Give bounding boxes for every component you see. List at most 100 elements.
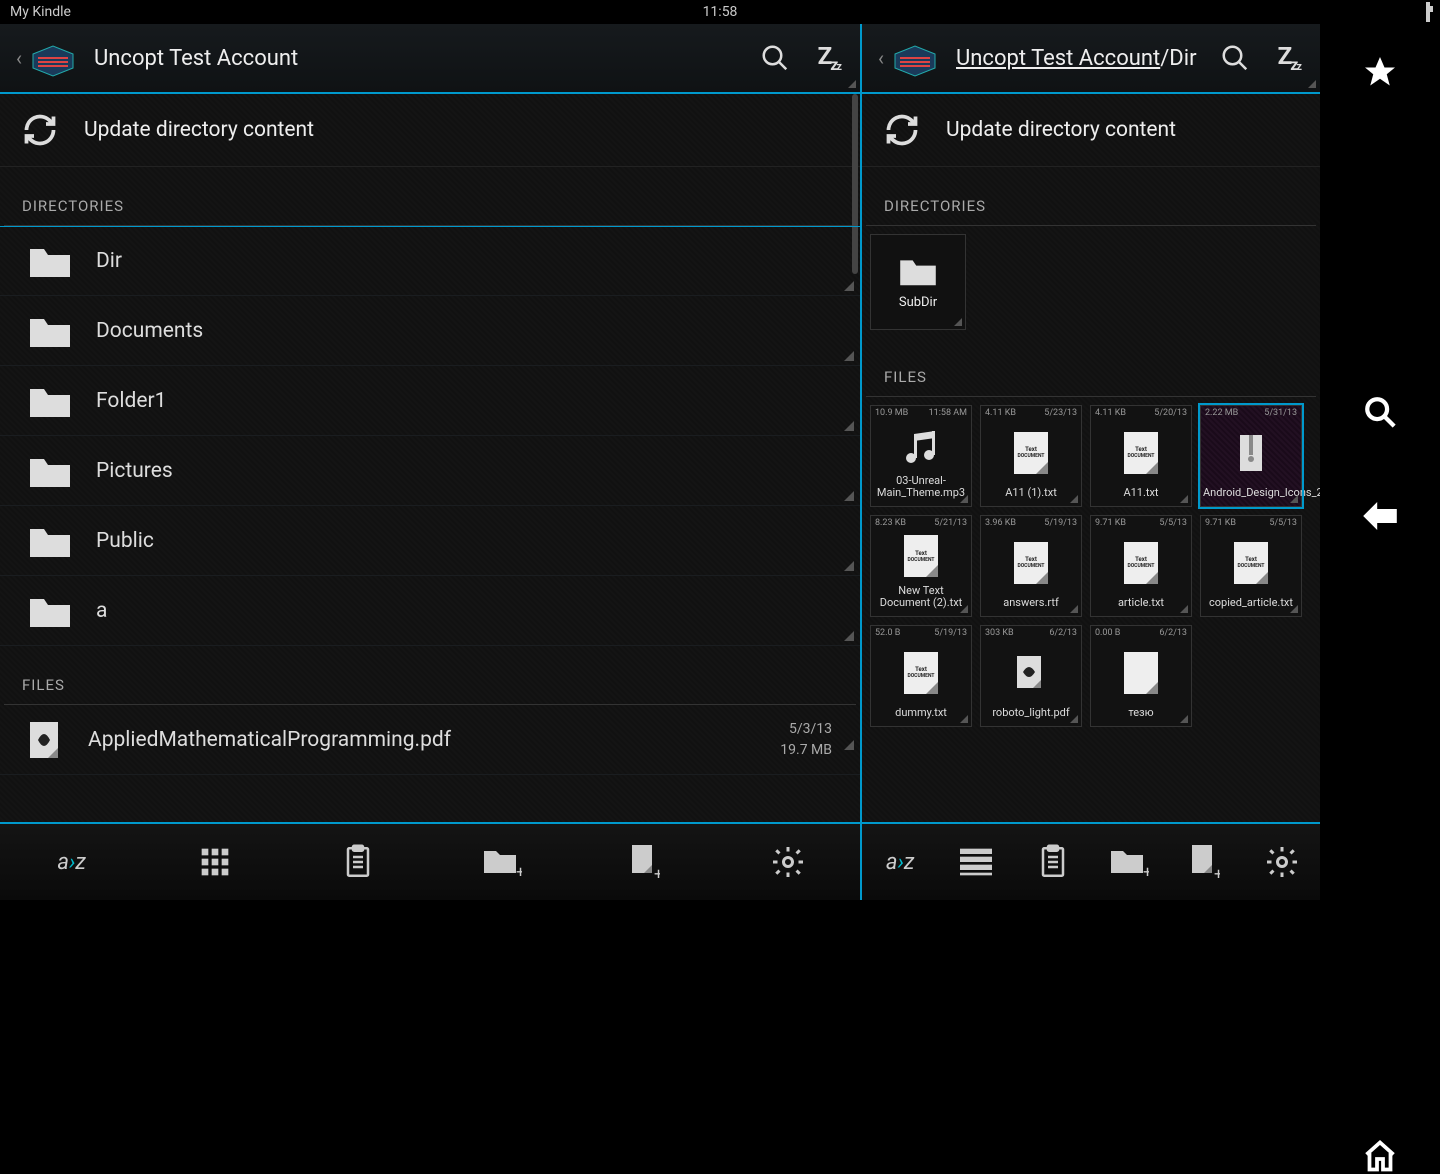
back-chevron-icon[interactable]: ‹ bbox=[872, 46, 890, 70]
section-files: FILES bbox=[4, 646, 856, 705]
search-icon[interactable] bbox=[1220, 43, 1250, 73]
file-date: 5/19/13 bbox=[934, 628, 967, 638]
dir-row[interactable]: Dir bbox=[0, 226, 860, 296]
breadcrumb[interactable]: Uncopt Test Account/Dir bbox=[956, 46, 1220, 71]
context-indicator[interactable] bbox=[1070, 715, 1078, 723]
folder-tile[interactable]: SubDir bbox=[870, 234, 966, 330]
sleep-icon[interactable]: Zzz bbox=[1278, 42, 1300, 74]
status-bar: My Kindle 11:58 bbox=[0, 0, 1440, 24]
context-indicator[interactable] bbox=[844, 421, 854, 431]
dir-name: Public bbox=[96, 529, 154, 553]
list-view-button[interactable] bbox=[946, 837, 1006, 887]
dir-row[interactable]: Documents bbox=[0, 296, 860, 366]
context-indicator[interactable] bbox=[1070, 605, 1078, 613]
file-tile[interactable]: 52.0 B5/19/13TextDOCUMENTdummy.txt bbox=[870, 625, 972, 727]
sidebar bbox=[1320, 24, 1440, 900]
context-indicator[interactable] bbox=[1180, 715, 1188, 723]
dir-row[interactable]: Public bbox=[0, 506, 860, 576]
file-name: answers.rtf bbox=[981, 595, 1081, 616]
file-tile[interactable]: 3.96 KB5/19/13TextDOCUMENTanswers.rtf bbox=[980, 515, 1082, 617]
sort-button[interactable]: a›z bbox=[870, 837, 930, 887]
file-name: roboto_light.pdf bbox=[981, 705, 1081, 726]
toolbar-right: a›z + + bbox=[862, 822, 1320, 900]
folder-icon bbox=[28, 383, 72, 419]
clock: 11:58 bbox=[703, 4, 738, 20]
file-tile[interactable]: 303 KB 6/2/13 roboto_light.pdf bbox=[980, 625, 1082, 727]
sort-button[interactable]: a›z bbox=[42, 837, 102, 887]
file-name: article.txt bbox=[1091, 595, 1191, 616]
file-type-icon: TextDOCUMENT bbox=[871, 640, 971, 705]
app-icon[interactable] bbox=[28, 38, 78, 78]
context-indicator[interactable] bbox=[1070, 495, 1078, 503]
back-arrow-icon[interactable] bbox=[1358, 494, 1402, 538]
file-type-icon: TextDOCUMENT bbox=[981, 530, 1081, 595]
file-row[interactable]: AppliedMathematicalProgramming.pdf5/3/13… bbox=[0, 705, 860, 775]
search-icon[interactable] bbox=[760, 43, 790, 73]
clipboard-button[interactable] bbox=[328, 837, 388, 887]
file-type-icon: TextDOCUMENT bbox=[1091, 420, 1191, 485]
new-file-button[interactable]: + bbox=[615, 837, 675, 887]
svg-text:+: + bbox=[654, 864, 660, 881]
context-indicator[interactable] bbox=[1290, 495, 1298, 503]
file-size: 303 KB bbox=[985, 628, 1014, 638]
new-folder-button[interactable]: + bbox=[472, 837, 532, 887]
file-date: 5/21/13 bbox=[934, 518, 967, 528]
file-tile[interactable]: 9.71 KB5/5/13TextDOCUMENTarticle.txt bbox=[1090, 515, 1192, 617]
dir-name: Documents bbox=[96, 319, 203, 343]
clipboard-button[interactable] bbox=[1023, 837, 1083, 887]
context-indicator[interactable] bbox=[844, 351, 854, 361]
file-name: New Text Document (2).txt bbox=[871, 583, 971, 616]
file-tile[interactable]: 4.11 KB5/20/13TextDOCUMENTA11.txt bbox=[1090, 405, 1192, 507]
context-indicator[interactable] bbox=[960, 495, 968, 503]
context-indicator[interactable] bbox=[1180, 495, 1188, 503]
file-tile[interactable]: 9.71 KB5/5/13TextDOCUMENTcopied_article.… bbox=[1200, 515, 1302, 617]
dir-row[interactable]: Pictures bbox=[0, 436, 860, 506]
context-indicator[interactable] bbox=[1180, 605, 1188, 613]
new-file-button[interactable]: + bbox=[1175, 837, 1235, 887]
file-date: 6/2/13 bbox=[1049, 628, 1077, 638]
file-tile[interactable]: 4.11 KB5/23/13TextDOCUMENTA11 (1).txt bbox=[980, 405, 1082, 507]
update-directory-row[interactable]: Update directory content bbox=[862, 94, 1320, 167]
settings-button[interactable] bbox=[758, 837, 818, 887]
folder-icon bbox=[28, 453, 72, 489]
dir-row[interactable]: a bbox=[0, 576, 860, 646]
file-tile[interactable]: 8.23 KB5/21/13TextDOCUMENTNew Text Docum… bbox=[870, 515, 972, 617]
file-tile[interactable]: 0.00 B6/2/13тезю bbox=[1090, 625, 1192, 727]
context-indicator[interactable] bbox=[1290, 605, 1298, 613]
context-indicator[interactable] bbox=[844, 631, 854, 641]
account-title[interactable]: Uncopt Test Account bbox=[94, 46, 760, 71]
content-right[interactable]: Update directory content DIRECTORIES Sub… bbox=[862, 94, 1320, 822]
context-indicator[interactable] bbox=[844, 561, 854, 571]
dir-row[interactable]: Folder1 bbox=[0, 366, 860, 436]
header-menu-indicator[interactable] bbox=[1308, 80, 1316, 88]
file-type-icon bbox=[871, 420, 971, 473]
file-tile[interactable]: 10.9 MB11:58 AM03-Unreal-Main_Theme.mp3 bbox=[870, 405, 972, 507]
dir-name: a bbox=[96, 599, 107, 623]
file-type-icon: TextDOCUMENT bbox=[981, 420, 1081, 485]
file-date: 5/31/13 bbox=[1264, 408, 1297, 418]
context-indicator[interactable] bbox=[960, 605, 968, 613]
context-indicator[interactable] bbox=[960, 715, 968, 723]
sleep-icon[interactable]: Zzz bbox=[818, 42, 840, 74]
file-type-icon bbox=[1201, 420, 1301, 485]
back-chevron-icon[interactable]: ‹ bbox=[10, 46, 28, 70]
context-indicator[interactable] bbox=[844, 491, 854, 501]
context-indicator[interactable] bbox=[844, 281, 854, 291]
file-tile[interactable]: 2.22 MB5/31/13Android_Design_Icons_20120… bbox=[1200, 405, 1302, 507]
new-folder-button[interactable]: + bbox=[1099, 837, 1159, 887]
update-directory-row[interactable]: Update directory content bbox=[0, 94, 860, 167]
file-date: 11:58 AM bbox=[929, 408, 967, 418]
header-menu-indicator[interactable] bbox=[848, 80, 856, 88]
app-icon[interactable] bbox=[890, 38, 940, 78]
dir-name: Pictures bbox=[96, 459, 173, 483]
grid-view-button[interactable] bbox=[185, 837, 245, 887]
global-search-icon[interactable] bbox=[1358, 390, 1402, 434]
content-left[interactable]: Update directory content DIRECTORIES Dir… bbox=[0, 94, 860, 822]
section-files: FILES bbox=[866, 338, 1316, 397]
home-icon[interactable] bbox=[1358, 1138, 1402, 1174]
file-type-icon: TextDOCUMENT bbox=[1201, 530, 1301, 595]
pane-left: ‹ Uncopt Test Account Zzz Update directo… bbox=[0, 24, 860, 900]
favorite-icon[interactable] bbox=[1358, 54, 1402, 90]
settings-button[interactable] bbox=[1252, 837, 1312, 887]
context-indicator[interactable] bbox=[844, 740, 854, 750]
